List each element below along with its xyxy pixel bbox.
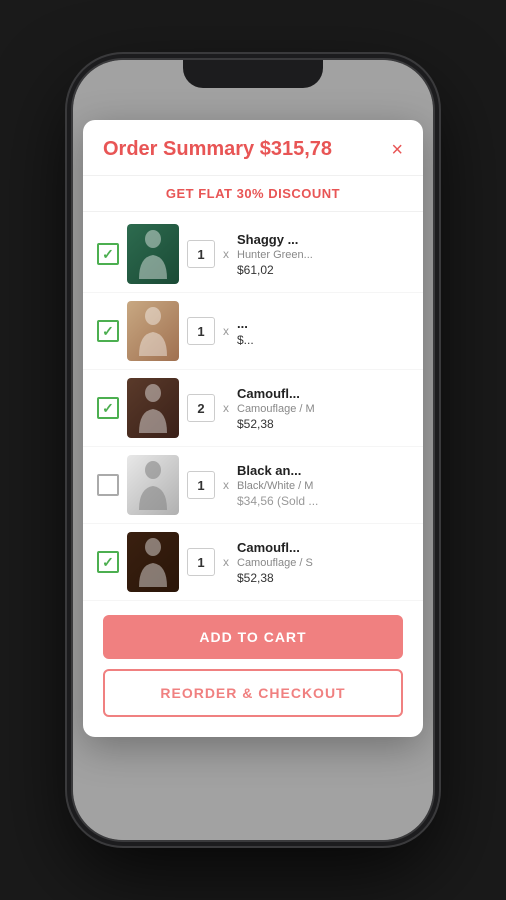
close-button[interactable]: ×	[391, 140, 403, 160]
table-row: 2 x Camoufl... Camouflage / M $52,38	[83, 370, 423, 447]
item-4-qty[interactable]: 1	[187, 471, 215, 499]
item-4-info: Black an... Black/White / M $34,56 (Sold…	[237, 463, 409, 508]
modal-title: Order Summary $315,78	[103, 138, 332, 161]
item-2-info: ... $...	[237, 316, 409, 347]
item-1-info: Shaggy ... Hunter Green... $61,02	[237, 232, 409, 277]
table-row: 1 x Black an... Black/White / M $34,56 (…	[83, 447, 423, 524]
item-5-name: Camoufl...	[237, 540, 409, 555]
modal-overlay: Order Summary $315,78 × GET FLAT 30% DIS…	[73, 60, 433, 840]
item-2-price: $...	[237, 333, 409, 347]
table-row: 1 x ... $...	[83, 293, 423, 370]
order-summary-modal: Order Summary $315,78 × GET FLAT 30% DIS…	[83, 120, 423, 737]
item-4-image	[127, 455, 179, 515]
item-1-checkbox[interactable]	[97, 243, 119, 265]
item-5-qty[interactable]: 1	[187, 548, 215, 576]
item-1-price: $61,02	[237, 263, 409, 277]
table-row: 1 x Shaggy ... Hunter Green... $61,02	[83, 216, 423, 293]
item-4-name: Black an...	[237, 463, 409, 478]
item-3-qty[interactable]: 2	[187, 394, 215, 422]
product-list: 1 x Shaggy ... Hunter Green... $61,02	[83, 212, 423, 605]
item-3-name: Camoufl...	[237, 386, 409, 401]
phone-frame: Payment Status Pending Fulfillment Statu…	[73, 60, 433, 840]
item-4-variant: Black/White / M	[237, 480, 409, 492]
button-area: ADD TO CART REORDER & CHECKOUT	[83, 605, 423, 721]
item-2-name: ...	[237, 316, 409, 331]
item-5-price: $52,38	[237, 571, 409, 585]
add-to-cart-button[interactable]: ADD TO CART	[103, 615, 403, 659]
item-4-checkbox[interactable]	[97, 474, 119, 496]
item-2-checkbox[interactable]	[97, 320, 119, 342]
reorder-checkout-button[interactable]: REORDER & CHECKOUT	[103, 669, 403, 717]
item-5-checkbox[interactable]	[97, 551, 119, 573]
item-3-price: $52,38	[237, 417, 409, 431]
item-4-price: $34,56 (Sold ...	[237, 494, 409, 508]
item-5-variant: Camouflage / S	[237, 557, 409, 569]
modal-header: Order Summary $315,78 ×	[83, 120, 423, 176]
item-1-image	[127, 224, 179, 284]
discount-banner: GET FLAT 30% DISCOUNT	[83, 176, 423, 212]
item-1-variant: Hunter Green...	[237, 249, 409, 261]
phone-screen: Payment Status Pending Fulfillment Statu…	[73, 60, 433, 840]
item-1-name: Shaggy ...	[237, 232, 409, 247]
item-5-info: Camoufl... Camouflage / S $52,38	[237, 540, 409, 585]
item-3-variant: Camouflage / M	[237, 403, 409, 415]
table-row: 1 x Camoufl... Camouflage / S $52,38	[83, 524, 423, 601]
item-1-qty[interactable]: 1	[187, 240, 215, 268]
item-5-image	[127, 532, 179, 592]
item-3-info: Camoufl... Camouflage / M $52,38	[237, 386, 409, 431]
item-2-qty[interactable]: 1	[187, 317, 215, 345]
item-3-image	[127, 378, 179, 438]
item-2-image	[127, 301, 179, 361]
phone-notch	[183, 60, 323, 88]
item-3-checkbox[interactable]	[97, 397, 119, 419]
